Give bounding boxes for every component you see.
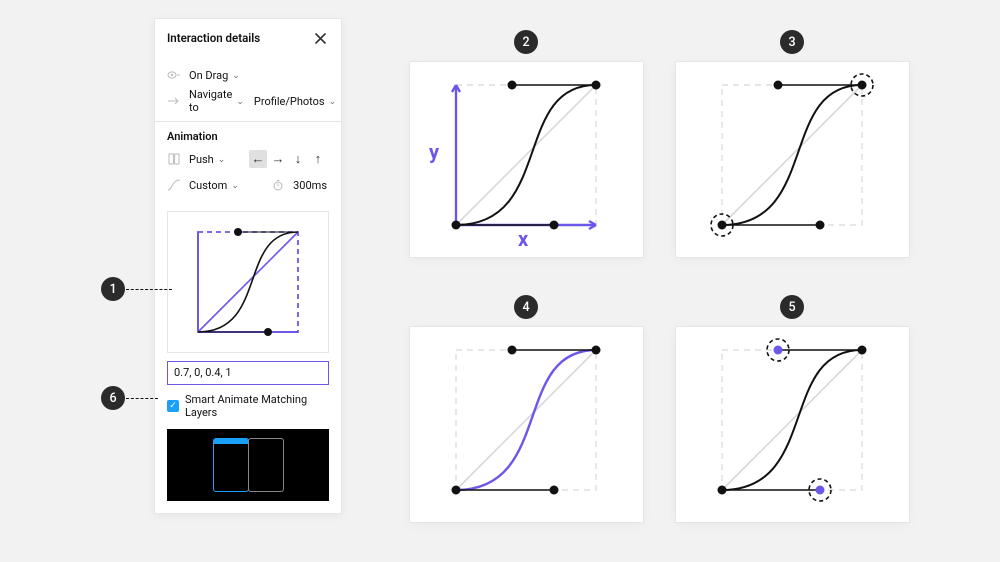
trigger-section: On Drag ⌄ Navigate to ⌄ Profile/Photos ⌄ bbox=[155, 55, 341, 122]
duration-icon bbox=[271, 179, 285, 191]
on-drag-icon bbox=[167, 70, 181, 80]
bezier-handle-p2[interactable] bbox=[234, 228, 242, 236]
trigger-label: On Drag bbox=[189, 69, 228, 82]
panel-title: Interaction details bbox=[167, 31, 260, 45]
direction-right-button[interactable]: → bbox=[269, 150, 287, 168]
chevron-down-icon: ⌄ bbox=[236, 97, 244, 107]
bezier-step-4-tile bbox=[410, 327, 643, 522]
annotation-4: 4 bbox=[514, 295, 538, 319]
direction-left-button[interactable]: ← bbox=[249, 150, 267, 168]
smart-animate-checkbox[interactable]: ✓ bbox=[167, 400, 179, 412]
action-target-dropdown[interactable]: Profile/Photos ⌄ bbox=[252, 93, 338, 110]
push-icon bbox=[167, 153, 181, 165]
duration-label: 300ms bbox=[293, 179, 327, 192]
axis-x-label: x bbox=[518, 227, 528, 251]
easing-icon bbox=[167, 179, 181, 191]
axis-y-label: y bbox=[429, 140, 439, 164]
bezier-values-input[interactable]: 0.7, 0, 0.4, 1 bbox=[167, 361, 329, 385]
chevron-down-icon: ⌄ bbox=[329, 97, 337, 107]
close-icon bbox=[315, 33, 326, 44]
interaction-details-panel: Interaction details On Drag ⌄ Navigate t… bbox=[154, 18, 342, 514]
easing-label: Custom bbox=[189, 179, 227, 192]
bezier-step-2-tile: y x bbox=[410, 62, 643, 257]
preview-frame-target bbox=[248, 438, 284, 492]
bezier-curve-editor[interactable] bbox=[167, 211, 329, 353]
chevron-down-icon: ⌄ bbox=[231, 181, 239, 191]
bezier-step-3-tile bbox=[676, 62, 909, 257]
navigate-icon bbox=[167, 96, 181, 106]
action-type-dropdown[interactable]: Navigate to ⌄ bbox=[187, 86, 246, 116]
chevron-down-icon: ⌄ bbox=[218, 155, 226, 165]
direction-down-button[interactable]: ↓ bbox=[289, 150, 307, 168]
trigger-dropdown[interactable]: On Drag ⌄ bbox=[187, 67, 242, 84]
transition-label: Push bbox=[189, 153, 214, 166]
annotation-5: 5 bbox=[780, 295, 804, 319]
annotation-6: 6 bbox=[101, 386, 125, 410]
transition-dropdown[interactable]: Push ⌄ bbox=[187, 151, 227, 168]
bezier-curve-editor-canvas bbox=[188, 222, 308, 342]
action-target-label: Profile/Photos bbox=[254, 95, 325, 108]
annotation-1-connector bbox=[126, 289, 172, 290]
action-type-label: Navigate to bbox=[189, 88, 232, 114]
annotation-6-connector bbox=[126, 398, 158, 399]
annotation-1: 1 bbox=[101, 277, 125, 301]
annotation-3: 3 bbox=[780, 30, 804, 54]
smart-animate-label: Smart Animate Matching Layers bbox=[185, 393, 329, 419]
chevron-down-icon: ⌄ bbox=[232, 71, 240, 81]
annotation-2: 2 bbox=[514, 30, 538, 54]
bezier-values-text: 0.7, 0, 0.4, 1 bbox=[174, 366, 232, 379]
easing-dropdown[interactable]: Custom ⌄ bbox=[187, 177, 241, 194]
smart-animate-row: ✓ Smart Animate Matching Layers bbox=[167, 393, 329, 419]
bezier-handle-p1[interactable] bbox=[264, 328, 272, 336]
animation-section: Push ⌄ ← → ↓ ↑ Custom ⌄ 300ms bbox=[155, 147, 341, 205]
preview-frame-source bbox=[213, 438, 249, 492]
animation-section-title: Animation bbox=[155, 122, 341, 147]
direction-up-button[interactable]: ↑ bbox=[309, 150, 327, 168]
bezier-step-5-tile bbox=[676, 327, 909, 522]
close-button[interactable] bbox=[311, 29, 329, 47]
transition-preview bbox=[167, 429, 329, 501]
duration-field[interactable]: 300ms bbox=[291, 177, 329, 194]
panel-header: Interaction details bbox=[155, 19, 341, 55]
